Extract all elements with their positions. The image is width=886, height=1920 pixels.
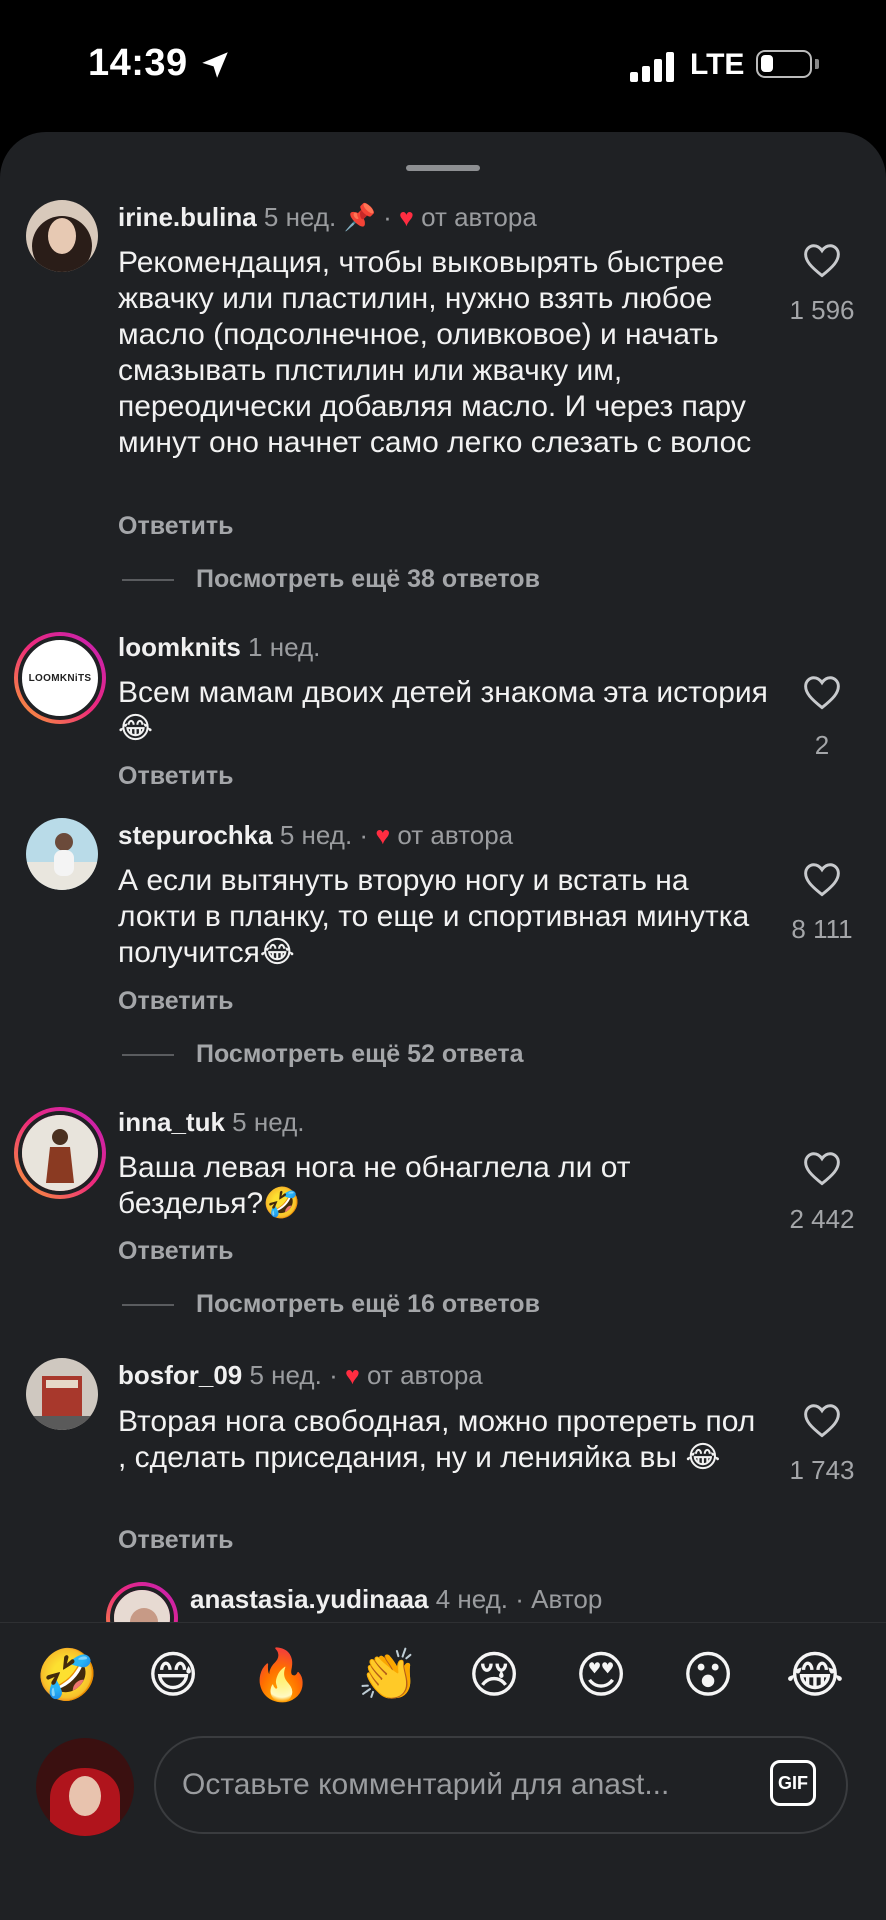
comment-time: 5 нед. [279, 820, 353, 850]
sheet-grabber[interactable] [406, 165, 480, 171]
view-more-replies-label: Посмотреть ещё 38 ответов [196, 565, 540, 593]
comment-time: 4 нед. [435, 1584, 509, 1614]
avatar-story-ring[interactable] [14, 1107, 106, 1199]
view-more-replies-label: Посмотреть ещё 52 ответа [196, 1040, 524, 1068]
battery-icon [756, 50, 812, 78]
comment-meta: inna_tuk 5 нед. [118, 1107, 304, 1138]
emoji-sweat-smile[interactable]: 😅 [143, 1645, 203, 1705]
author-role-label: Автор [531, 1584, 603, 1614]
view-more-replies[interactable]: Посмотреть ещё 16 ответов [122, 1290, 540, 1319]
emoji-surprised[interactable]: 😮 [678, 1645, 738, 1705]
username[interactable]: anastasia.yudinaaa [190, 1584, 428, 1614]
reply-button[interactable]: Ответить [118, 512, 234, 541]
heart-outline-icon [804, 863, 840, 897]
author-heart-icon: ♥ [399, 204, 414, 232]
comment-text: Ваша левая нога не обнаглела ли от безде… [118, 1151, 631, 1220]
emoji-quick-bar: 🤣 😅 🔥 👏 😢 😍 😮 😂 [0, 1622, 886, 1733]
location-arrow-icon [202, 52, 228, 78]
comment-meta: loomknits 1 нед. [118, 632, 320, 663]
battery-cap [815, 59, 819, 69]
avatar[interactable] [26, 818, 98, 890]
comment-text: А если вытянуть вторую ногу и встать на … [118, 864, 750, 969]
comment-time: 5 нед. [232, 1107, 305, 1137]
username[interactable]: inna_tuk [118, 1107, 225, 1137]
reply-button[interactable]: Ответить [118, 987, 234, 1016]
author-heart-icon: ♥ [344, 1362, 360, 1390]
pin-icon: 📌 [343, 202, 376, 232]
author-heart-icon: ♥ [375, 822, 391, 850]
reply-button[interactable]: Ответить [118, 1526, 234, 1555]
view-more-replies[interactable]: Посмотреть ещё 38 ответов [122, 565, 540, 594]
comment-input[interactable]: Оставьте комментарий для anast... GIF [154, 1736, 848, 1834]
username[interactable]: bosfor_09 [118, 1360, 242, 1390]
username[interactable]: loomknits [118, 632, 241, 662]
comment-meta: stepurochka 5 нед. · ♥ от автора [118, 820, 514, 850]
comment-meta: bosfor_09 5 нед. · ♥ от автора [118, 1360, 483, 1390]
like-button[interactable] [782, 674, 862, 715]
comment-time: 1 нед. [248, 632, 321, 662]
comment-input-area: Оставьте комментарий для anast... GIF [0, 1732, 886, 1920]
like-button[interactable] [782, 1402, 862, 1443]
emoji-heart-eyes[interactable]: 😍 [571, 1645, 631, 1705]
heart-outline-icon [804, 1152, 840, 1186]
comment-text: Всем мамам двоих детей знакома эта истор… [118, 676, 768, 745]
emoji-clap[interactable]: 👏 [357, 1645, 419, 1705]
author-like-label: от автора [367, 1360, 483, 1390]
comment-text: Вторая нога свободная, можно протереть п… [118, 1405, 756, 1474]
heart-outline-icon [804, 244, 840, 278]
like-button[interactable] [782, 1150, 862, 1191]
reply-button[interactable]: Ответить [118, 762, 234, 791]
comment-meta: anastasia.yudinaaa 4 нед. · Автор [190, 1584, 603, 1614]
avatar-logo-text: LOOMKNiTS [28, 672, 92, 684]
emoji-joy[interactable]: 😂 [785, 1645, 845, 1705]
like-count: 8 111 [791, 914, 853, 944]
like-button[interactable] [782, 861, 862, 902]
author-like-label: от автора [421, 202, 537, 232]
emoji-cry[interactable]: 😢 [464, 1645, 524, 1705]
author-like-label: от автора [397, 820, 514, 850]
reply-button[interactable]: Ответить [118, 1237, 234, 1266]
heart-outline-icon [804, 676, 840, 710]
gif-button[interactable]: GIF [770, 1760, 816, 1806]
comment-meta: irine.bulina 5 нед. 📌 · ♥ от автора [118, 202, 537, 232]
view-more-replies[interactable]: Посмотреть ещё 52 ответа [122, 1040, 524, 1069]
like-count: 2 442 [789, 1204, 855, 1234]
emoji-fire[interactable]: 🔥 [250, 1645, 312, 1705]
avatar[interactable] [26, 1358, 98, 1430]
cellular-signal-icon [630, 52, 674, 82]
heart-outline-icon [804, 1404, 840, 1438]
comment-input-placeholder: Оставьте комментарий для anast... [182, 1768, 670, 1801]
like-count: 1 743 [789, 1455, 855, 1485]
like-count: 1 596 [789, 295, 855, 325]
username[interactable]: stepurochka [118, 820, 273, 850]
status-time: 14:39 [88, 42, 188, 84]
username[interactable]: irine.bulina [118, 202, 257, 232]
status-bar: 14:39 LTE [0, 0, 886, 130]
view-more-replies-label: Посмотреть ещё 16 ответов [196, 1290, 540, 1318]
like-button[interactable] [782, 242, 862, 283]
avatar[interactable] [26, 200, 98, 272]
current-user-avatar [36, 1738, 134, 1836]
avatar-story-ring[interactable]: LOOMKNiTS [14, 632, 106, 724]
like-count: 2 [814, 730, 830, 760]
comment-text: Рекомендация, чтобы выковырять быстрее ж… [118, 246, 752, 459]
emoji-rofl[interactable]: 🤣 [36, 1645, 98, 1705]
comment-time: 5 нед. [249, 1360, 322, 1390]
comment-time: 5 нед. [263, 202, 337, 232]
network-type: LTE [690, 48, 745, 81]
